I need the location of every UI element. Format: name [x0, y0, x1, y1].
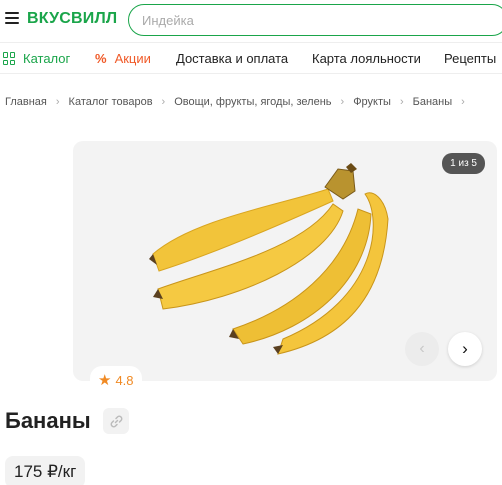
breadcrumb-catalog[interactable]: Каталог товаров	[69, 96, 153, 108]
product-image	[149, 163, 389, 355]
chevron-right-icon: ›	[399, 96, 404, 108]
main-nav: Каталог % Акции Доставка и оплата Карта …	[0, 42, 502, 74]
nav-item-label: Акции	[114, 51, 151, 66]
copy-link-button[interactable]	[103, 408, 129, 434]
price-tag: 175 ₽/кг	[5, 456, 86, 485]
logo[interactable]: ВКУСВИЛЛ	[27, 10, 117, 28]
rating-value: 4.8	[115, 372, 134, 388]
breadcrumb-home[interactable]: Главная	[5, 96, 47, 108]
search-input[interactable]	[128, 4, 502, 36]
rating-badge: ★ 4.8	[90, 366, 142, 394]
nav-item-label: Карта лояльности	[312, 51, 421, 66]
header: ВКУСВИЛЛ	[0, 0, 502, 40]
chevron-left-icon[interactable]: ‹	[405, 332, 439, 366]
hamburger-menu-icon[interactable]	[5, 12, 19, 26]
chevron-right-icon: ›	[55, 96, 60, 108]
breadcrumb-fruits[interactable]: Фрукты	[353, 96, 391, 108]
chevron-right-icon: ›	[340, 96, 345, 108]
breadcrumb-vegetables[interactable]: Овощи, фрукты, ягоды, зелень	[174, 96, 331, 108]
link-icon	[110, 415, 122, 427]
product-title: Бананы	[5, 408, 91, 433]
grid-icon	[3, 52, 16, 65]
chevron-right-icon: ›	[461, 96, 465, 108]
nav-item-catalog[interactable]: Каталог	[3, 51, 70, 66]
product-image-gallery[interactable]: 1 из 5 ‹ ›	[73, 141, 497, 381]
chevron-right-icon: ›	[161, 96, 166, 108]
nav-item-label: Каталог	[23, 51, 71, 66]
breadcrumb: Главная › Каталог товаров › Овощи, фрукты, я…	[5, 96, 474, 108]
star-icon: ★	[98, 372, 112, 389]
nav-item-promo[interactable]: % Акции	[95, 51, 151, 66]
nav-item-delivery[interactable]: Доставка и оплата	[176, 51, 288, 66]
chevron-right-icon[interactable]: ›	[448, 332, 482, 366]
nav-item-recipes[interactable]: Рецепты	[444, 51, 496, 66]
image-counter: 1 из 5	[442, 153, 485, 174]
percent-icon: %	[95, 51, 107, 66]
nav-item-loyalty[interactable]: Карта лояльности	[312, 51, 421, 66]
breadcrumb-bananas[interactable]: Бананы	[413, 96, 453, 108]
nav-item-label: Доставка и оплата	[176, 51, 289, 66]
nav-item-label: Рецепты	[444, 51, 497, 66]
